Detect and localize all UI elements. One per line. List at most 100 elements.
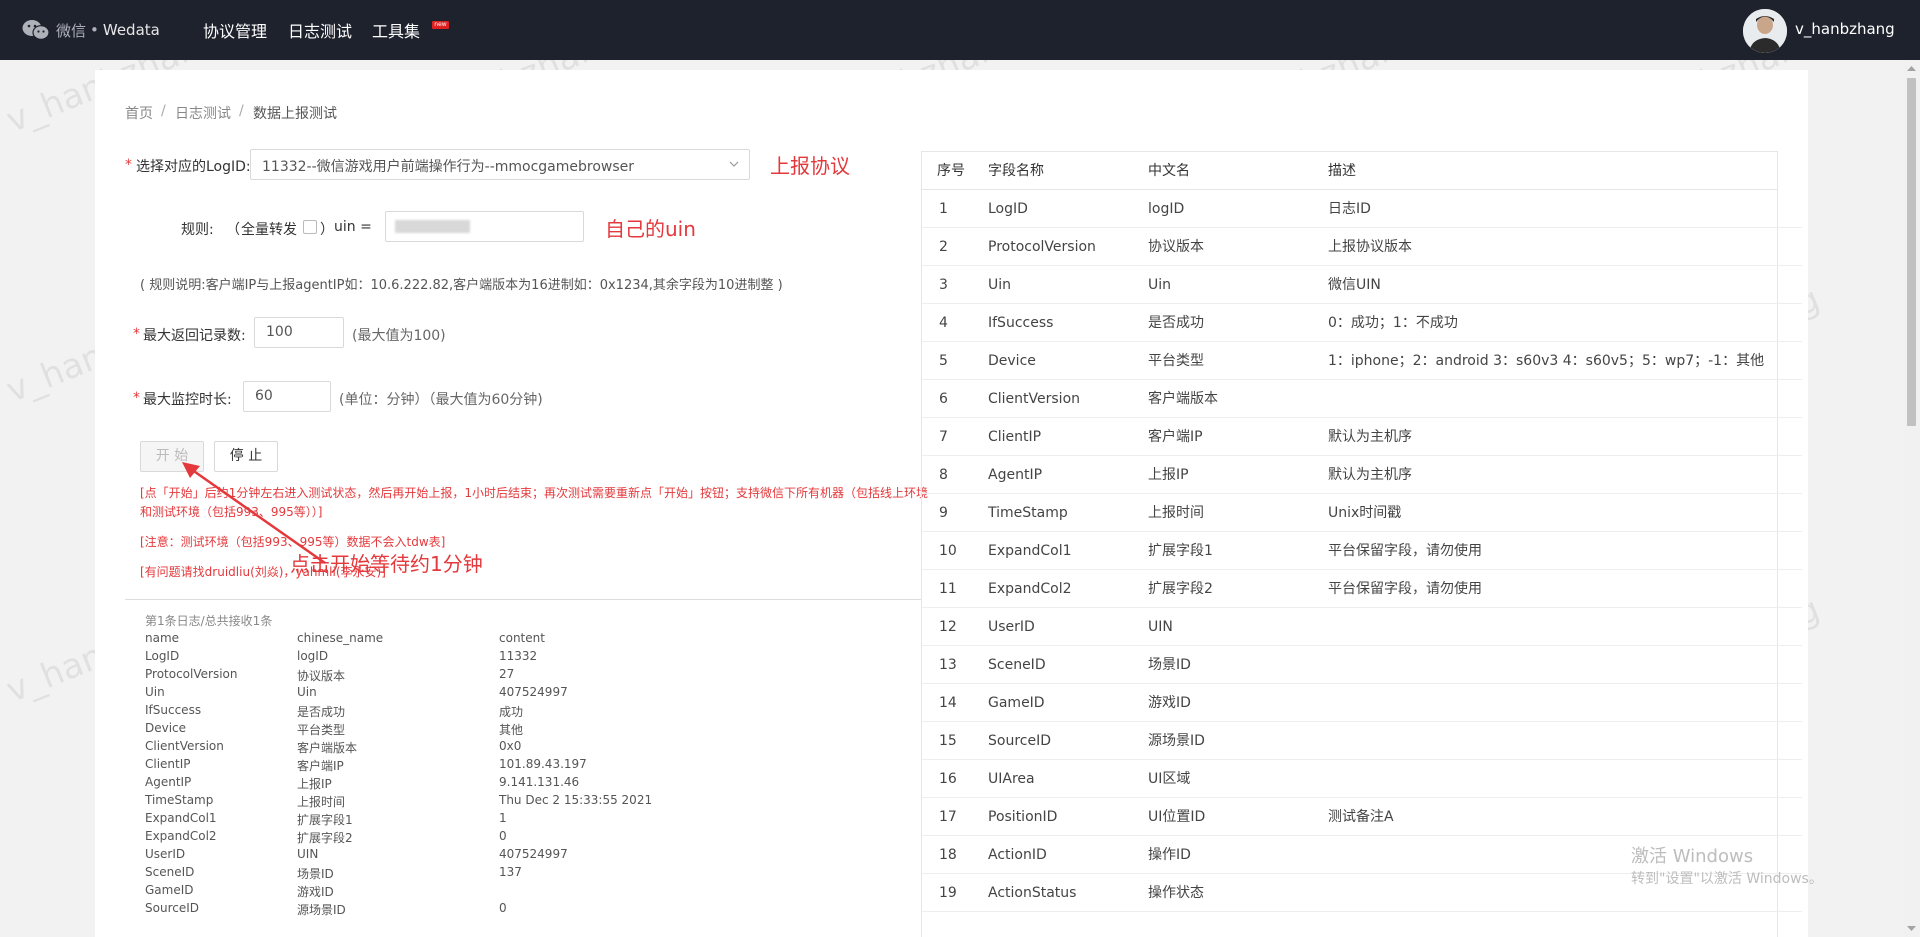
- row-field-name: Uin: [988, 277, 1012, 293]
- log-content: 0: [499, 901, 507, 915]
- row-field-name: ClientIP: [988, 429, 1042, 445]
- log-chinese-name: 游戏ID: [297, 885, 334, 899]
- row-chinese-name: 源场景ID: [1148, 733, 1205, 749]
- log-content: 407524997: [499, 847, 568, 861]
- log-name: LogID: [145, 649, 180, 663]
- log-chinese-name: 平台类型: [297, 723, 346, 737]
- row-chinese-name: 上报时间: [1148, 505, 1204, 521]
- table-row: 1 LogID logID 日志ID: [922, 190, 1802, 228]
- table-row: 16 UIArea UI区域: [922, 760, 1802, 798]
- table-row: 14 GameID 游戏ID: [922, 684, 1802, 722]
- row-field-name: AgentIP: [988, 467, 1043, 483]
- brand-name: Wedata: [102, 21, 160, 39]
- rule-description: ( 规则说明:客户端IP与上报agentIP如：10.6.222.82,客户端版…: [140, 278, 783, 293]
- row-field-name: ExpandCol2: [988, 581, 1072, 597]
- row-chinese-name: Uin: [1148, 277, 1172, 293]
- table-row: 13 SceneID 场景ID: [922, 646, 1802, 684]
- header-chinese-name: 中文名: [1148, 163, 1190, 179]
- row-description: 微信UIN: [1328, 277, 1381, 293]
- row-index: 16: [939, 771, 957, 787]
- log-row: Device 平台类型 其他: [145, 721, 845, 739]
- log-content: 11332: [499, 649, 538, 663]
- max-time-input[interactable]: 60: [243, 381, 331, 412]
- row-index: 15: [939, 733, 957, 749]
- row-chinese-name: 扩展字段1: [1148, 543, 1213, 559]
- row-field-name: SourceID: [988, 733, 1051, 749]
- header-description: 描述: [1328, 163, 1356, 179]
- row-index: 5: [939, 353, 948, 369]
- log-name: Device: [145, 721, 187, 735]
- log-name: IfSuccess: [145, 703, 202, 717]
- log-chinese-name: 是否成功: [297, 705, 346, 719]
- row-chinese-name: 是否成功: [1148, 315, 1204, 331]
- breadcrumb-home[interactable]: 首页: [125, 103, 153, 123]
- log-name: SourceID: [145, 901, 199, 915]
- max-records-input[interactable]: 100: [254, 317, 344, 348]
- row-chinese-name: UI区域: [1148, 771, 1191, 787]
- brand-text: 微信: [56, 21, 87, 40]
- log-name: AgentIP: [145, 775, 192, 789]
- top-nav-bar: 微信 • Wedata 协议管理 日志测试 工具集 new v_hanbzhan…: [0, 0, 1920, 60]
- nav-protocol-management[interactable]: 协议管理: [203, 0, 267, 60]
- full-forward-label: 全量转发: [241, 222, 297, 238]
- row-field-name: ProtocolVersion: [988, 239, 1096, 255]
- log-row: ProtocolVersion 协议版本 27: [145, 667, 845, 685]
- log-row: TimeStamp 上报时间 Thu Dec 2 15:33:55 2021: [145, 793, 845, 811]
- log-content: 101.89.43.197: [499, 757, 587, 771]
- row-index: 3: [939, 277, 948, 293]
- log-chinese-name: UIN: [297, 847, 319, 861]
- section-divider: [125, 599, 921, 600]
- table-row: 5 Device 平台类型 1：iphone；2：android 3：s60v3 4：…: [922, 342, 1802, 380]
- row-field-name: UserID: [988, 619, 1035, 635]
- log-name: ProtocolVersion: [145, 667, 238, 681]
- log-name: UserID: [145, 847, 186, 861]
- table-row: 7 ClientIP 客户端IP 默认为主机序: [922, 418, 1802, 456]
- log-chinese-name: 客户端版本: [297, 741, 358, 755]
- row-field-name: Device: [988, 353, 1036, 369]
- row-index: 18: [939, 847, 957, 863]
- row-index: 6: [939, 391, 948, 407]
- row-index: 4: [939, 315, 948, 331]
- scroll-up-icon[interactable]: [1906, 64, 1917, 72]
- row-field-name: ActionStatus: [988, 885, 1077, 901]
- log-name: GameID: [145, 883, 194, 897]
- log-name: SceneID: [145, 865, 195, 879]
- row-description: 1：iphone；2：android 3：s60v3 4：s60v5；5：wp7…: [1328, 353, 1765, 369]
- log-row: SceneID 场景ID 137: [145, 865, 845, 883]
- max-time-label: 最大监控时长:: [143, 392, 232, 408]
- nav-tools[interactable]: 工具集: [372, 0, 420, 60]
- log-chinese-name: 源场景ID: [297, 903, 346, 917]
- log-chinese-name: 扩展字段1: [297, 813, 353, 827]
- username[interactable]: v_hanbzhang: [1795, 20, 1895, 38]
- full-forward-checkbox[interactable]: [303, 220, 317, 234]
- log-chinese-name: 扩展字段2: [297, 831, 353, 845]
- table-row: 3 Uin Uin 微信UIN: [922, 266, 1802, 304]
- log-chinese-name: chinese_name: [297, 631, 384, 645]
- breadcrumb-separator: /: [239, 103, 244, 119]
- required-mark: *: [125, 157, 132, 173]
- row-index: 1: [939, 201, 948, 217]
- row-description: 平台保留字段，请勿使用: [1328, 581, 1482, 597]
- wechat-icon: [22, 20, 50, 40]
- breadcrumb-log-testing[interactable]: 日志测试: [175, 103, 231, 123]
- log-header-row: name chinese_name content: [145, 631, 845, 649]
- row-index: 7: [939, 429, 948, 445]
- avatar[interactable]: [1743, 9, 1787, 53]
- row-field-name: TimeStamp: [988, 505, 1068, 521]
- row-field-name: ActionID: [988, 847, 1047, 863]
- log-row: ClientVersion 客户端版本 0x0: [145, 739, 845, 757]
- nav-log-testing[interactable]: 日志测试: [288, 0, 352, 60]
- brand-logo[interactable]: 微信 • Wedata: [22, 18, 160, 42]
- row-chinese-name: 扩展字段2: [1148, 581, 1213, 597]
- logid-select[interactable]: 11332--微信游戏用户前端操作行为--mmocgamebrowser: [250, 149, 750, 180]
- scroll-down-icon[interactable]: [1906, 925, 1917, 933]
- row-chinese-name: 平台类型: [1148, 353, 1204, 369]
- log-chinese-name: 场景ID: [297, 867, 334, 881]
- arrow-annotation: 点击开始等待约1分钟: [290, 552, 483, 576]
- row-chinese-name: logID: [1148, 201, 1185, 217]
- scrollbar-thumb[interactable]: [1907, 78, 1916, 426]
- field-table-header: 序号 字段名称 中文名 描述: [922, 152, 1777, 190]
- rule-open-paren: （: [226, 222, 240, 238]
- log-row: AgentIP 上报IP 9.141.131.46: [145, 775, 845, 793]
- row-chinese-name: 游戏ID: [1148, 695, 1191, 711]
